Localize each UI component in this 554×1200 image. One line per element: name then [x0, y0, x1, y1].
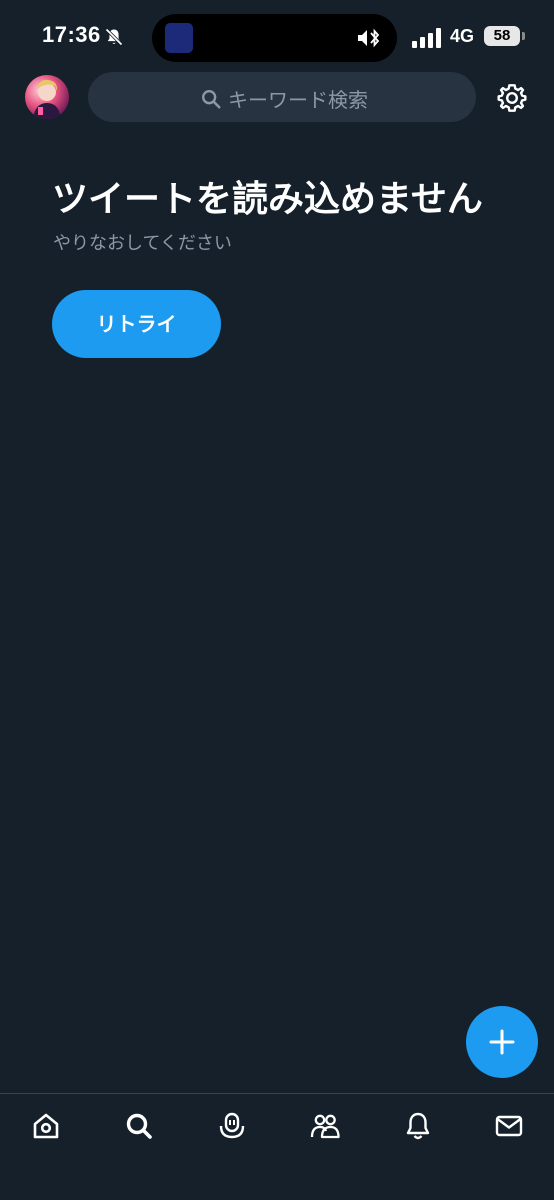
home-icon[interactable] [30, 1110, 62, 1142]
bottom-nav [0, 1093, 554, 1200]
status-time: 17:36 [42, 22, 101, 47]
network-type: 4G [450, 26, 475, 46]
bell-off-icon [105, 28, 123, 46]
search-icon[interactable] [123, 1110, 155, 1142]
status-bar: 17:36 4G 58 [0, 0, 554, 70]
error-title: ツイートを読み込めません [52, 179, 483, 220]
compose-button[interactable] [466, 1006, 538, 1078]
speaker-bluetooth-icon [358, 28, 380, 48]
dynamic-island[interactable] [152, 14, 397, 62]
settings-icon[interactable] [496, 82, 528, 114]
communities-icon[interactable] [309, 1110, 341, 1142]
notifications-icon[interactable] [402, 1110, 434, 1142]
messages-icon[interactable] [493, 1110, 525, 1142]
battery-icon: 58 [484, 26, 520, 46]
search-icon [202, 89, 221, 109]
search-placeholder: キーワード検索 [228, 88, 368, 112]
spaces-icon[interactable] [216, 1110, 248, 1142]
avatar[interactable] [25, 75, 69, 119]
error-subtitle: やりなおしてください [53, 233, 232, 254]
media-thumbnail [165, 23, 193, 53]
explore-screen: 17:36 4G 58 キーワード検索 ツイートを読み込めません やりなおしてく… [0, 0, 554, 1200]
signal-icon [412, 28, 441, 48]
plus-icon [489, 1029, 515, 1055]
search-input[interactable]: キーワード検索 [88, 72, 476, 122]
retry-button[interactable]: リトライ [52, 290, 221, 358]
battery-cap [522, 32, 525, 40]
